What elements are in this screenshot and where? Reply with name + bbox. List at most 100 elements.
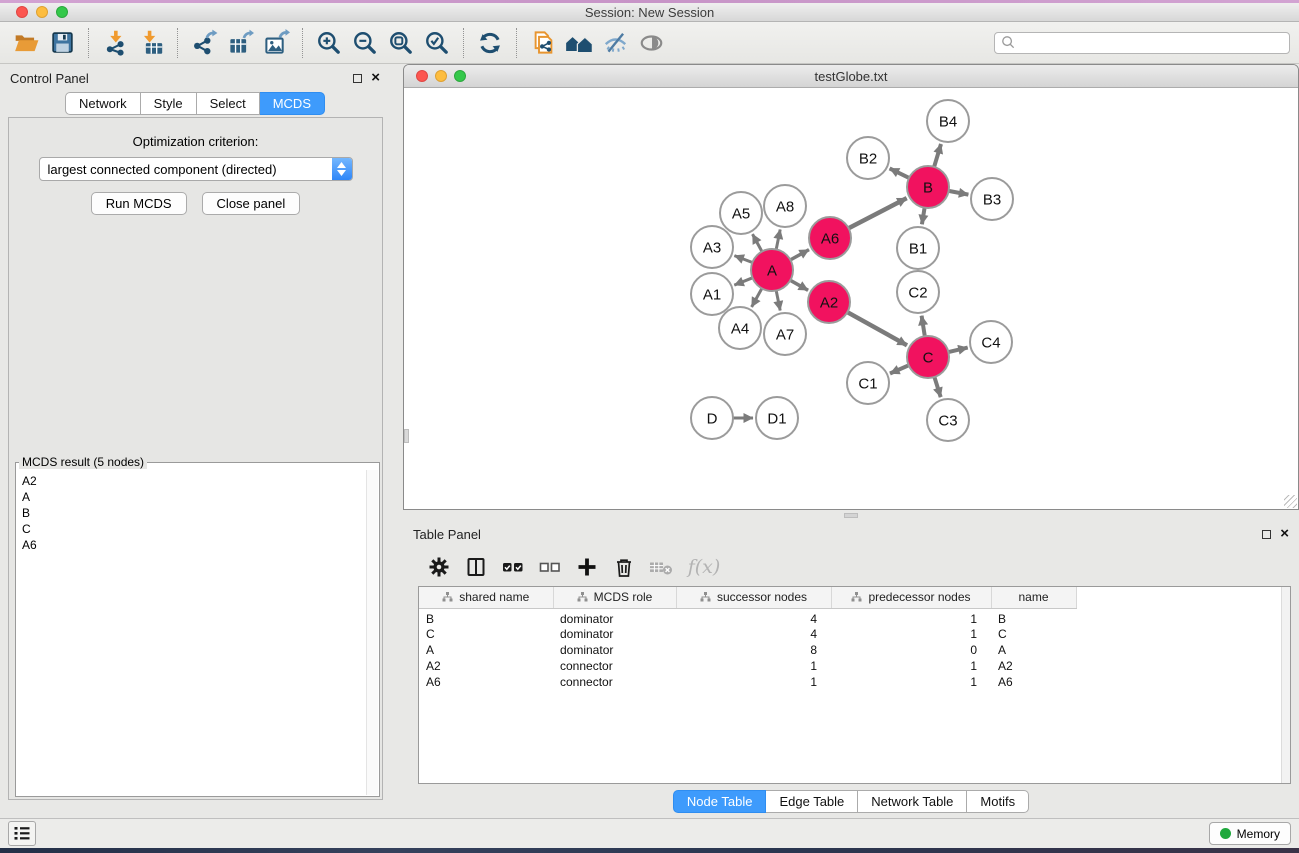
graph-node-C1[interactable]: C1 [847, 362, 889, 404]
float-panel-icon[interactable] [353, 74, 362, 83]
save-session-button[interactable] [44, 25, 80, 61]
table-scrollbar[interactable] [1281, 587, 1290, 783]
graph-node-B3[interactable]: B3 [971, 178, 1013, 220]
graph-node-D[interactable]: D [691, 397, 733, 439]
tab-node-table[interactable]: Node Table [673, 790, 767, 813]
graph-node-C[interactable]: C [907, 336, 949, 378]
graph-node-C2[interactable]: C2 [897, 271, 939, 313]
graph-edge-C-C4[interactable] [948, 348, 967, 353]
graph-node-B1[interactable]: B1 [897, 227, 939, 269]
graph-node-B2[interactable]: B2 [847, 137, 889, 179]
column-header-MCDS-role[interactable]: MCDS role [553, 587, 676, 608]
show-all-button[interactable] [633, 25, 669, 61]
column-header-predecessor-nodes[interactable]: predecessor nodes [831, 587, 991, 608]
zoom-in-button[interactable] [311, 25, 347, 61]
graph-node-A2[interactable]: A2 [808, 281, 850, 323]
graph-edge-A-A3[interactable] [734, 256, 752, 263]
delete-table-button[interactable] [647, 553, 675, 581]
hide-selected-button[interactable] [597, 25, 633, 61]
function-builder-button[interactable]: f(x) [684, 553, 724, 581]
result-scrollbar[interactable] [366, 470, 378, 795]
column-header-name[interactable]: name [991, 587, 1076, 608]
graph-edge-B-B4[interactable] [934, 144, 941, 167]
import-table-button[interactable] [133, 25, 169, 61]
run-mcds-button[interactable]: Run MCDS [91, 192, 187, 215]
graph-node-A1[interactable]: A1 [691, 273, 733, 315]
column-header-successor-nodes[interactable]: successor nodes [676, 587, 831, 608]
graph-node-A3[interactable]: A3 [691, 226, 733, 268]
first-neighbors-button[interactable] [561, 25, 597, 61]
list-item[interactable]: A2 [16, 473, 379, 489]
tab-style[interactable]: Style [141, 92, 197, 115]
tab-select[interactable]: Select [197, 92, 260, 115]
graph-node-B[interactable]: B [907, 166, 949, 208]
graph-edge-A-A4[interactable] [752, 288, 762, 307]
graph-edge-A6-B[interactable] [849, 198, 907, 228]
unselect-all-columns-button[interactable] [536, 553, 564, 581]
search-input[interactable] [1020, 34, 1289, 52]
table-row[interactable]: Cdominator41C [419, 626, 1281, 642]
list-item[interactable]: A6 [16, 537, 379, 553]
graph-edge-C-C2[interactable] [922, 316, 925, 337]
clone-network-button[interactable] [525, 25, 561, 61]
graph-node-D1[interactable]: D1 [756, 397, 798, 439]
graph-node-A4[interactable]: A4 [719, 307, 761, 349]
splitter-handle[interactable] [844, 513, 858, 518]
close-panel-icon[interactable]: × [1280, 529, 1289, 539]
zoom-selected-button[interactable] [419, 25, 455, 61]
graph-edge-A-A1[interactable] [734, 278, 752, 285]
tab-mcds[interactable]: MCDS [260, 92, 325, 115]
create-column-button[interactable] [573, 553, 601, 581]
graph-node-A5[interactable]: A5 [720, 192, 762, 234]
graph-edge-C-C1[interactable] [890, 365, 909, 373]
select-all-columns-button[interactable] [499, 553, 527, 581]
table-row[interactable]: A6connector11A6 [419, 674, 1281, 690]
tab-edge-table[interactable]: Edge Table [766, 790, 858, 813]
graph-edge-C-C3[interactable] [934, 377, 940, 397]
export-network-button[interactable] [186, 25, 222, 61]
graph-edge-A2-C[interactable] [847, 312, 907, 345]
apply-layout-button[interactable] [472, 25, 508, 61]
list-item[interactable]: B [16, 505, 379, 521]
table-row[interactable]: A2connector11A2 [419, 658, 1281, 674]
graph-edge-A-A8[interactable] [776, 230, 780, 250]
graph-edge-A-A5[interactable] [753, 234, 763, 252]
graph-edge-B-B1[interactable] [922, 208, 925, 225]
graph-edge-B-B2[interactable] [890, 168, 910, 178]
float-panel-icon[interactable] [1262, 530, 1271, 539]
canvas-edge-handle[interactable] [404, 429, 409, 443]
panel-splitter[interactable] [403, 510, 1299, 520]
graph-node-B4[interactable]: B4 [927, 100, 969, 142]
network-canvas[interactable]: B4B2BB3A8A5A6A3B1AC2A1A2A4A7C4CC1DD1C3 [404, 88, 1298, 509]
criterion-dropdown[interactable]: largest connected component (directed) [39, 157, 353, 181]
tab-motifs[interactable]: Motifs [967, 790, 1029, 813]
tab-network-table[interactable]: Network Table [858, 790, 967, 813]
graph-node-A6[interactable]: A6 [809, 217, 851, 259]
export-table-button[interactable] [222, 25, 258, 61]
zoom-out-button[interactable] [347, 25, 383, 61]
graph-node-A8[interactable]: A8 [764, 185, 806, 227]
table-settings-button[interactable] [425, 553, 453, 581]
resize-grip[interactable] [1284, 495, 1297, 508]
graph-node-C3[interactable]: C3 [927, 399, 969, 441]
show-columns-button[interactable] [462, 553, 490, 581]
graph-edge-A-A7[interactable] [776, 291, 780, 311]
memory-button[interactable]: Memory [1209, 822, 1291, 845]
tab-network[interactable]: Network [65, 92, 141, 115]
export-image-button[interactable] [258, 25, 294, 61]
table-row[interactable]: Bdominator41B [419, 608, 1281, 626]
import-network-button[interactable] [97, 25, 133, 61]
column-header-shared-name[interactable]: shared name [419, 587, 553, 608]
close-panel-button[interactable]: Close panel [202, 192, 301, 215]
graph-edge-A-A6[interactable] [790, 250, 809, 260]
graph-node-A[interactable]: A [751, 249, 793, 291]
table-row[interactable]: Adominator80A [419, 642, 1281, 658]
open-session-button[interactable] [8, 25, 44, 61]
close-panel-icon[interactable]: × [371, 73, 380, 83]
delete-column-button[interactable] [610, 553, 638, 581]
graph-edge-B-B3[interactable] [949, 191, 969, 195]
list-item[interactable]: C [16, 521, 379, 537]
graph-edge-A-A2[interactable] [790, 280, 808, 290]
list-item[interactable]: A [16, 489, 379, 505]
graph-node-A7[interactable]: A7 [764, 313, 806, 355]
